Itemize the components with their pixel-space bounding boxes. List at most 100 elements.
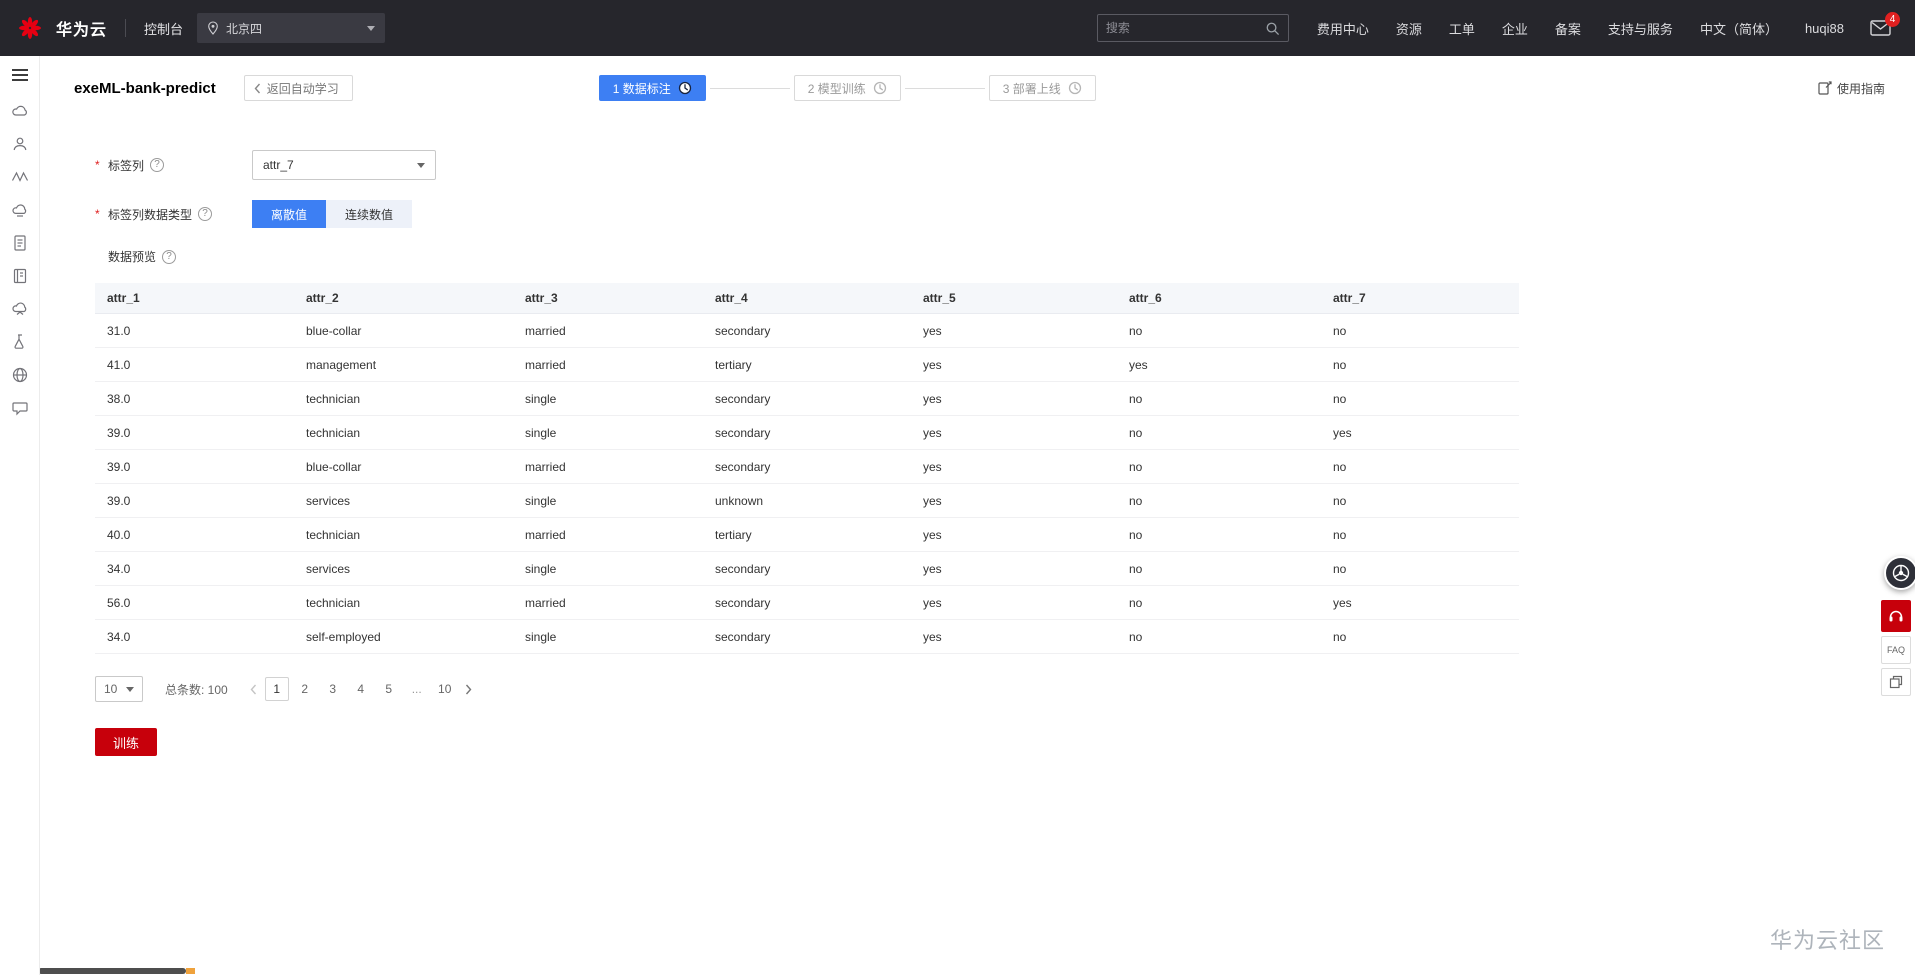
topnav-item[interactable]: 资源 bbox=[1396, 19, 1422, 38]
step-connector bbox=[904, 87, 985, 89]
region-name: 北京四 bbox=[226, 21, 263, 36]
cloud-server-icon[interactable] bbox=[11, 102, 29, 120]
back-button-label: 返回自动学习 bbox=[266, 81, 339, 96]
notebook-icon[interactable] bbox=[11, 267, 29, 285]
user-group-icon[interactable] bbox=[11, 135, 29, 153]
topnav-item[interactable]: 工单 bbox=[1449, 19, 1475, 38]
caret-down-icon bbox=[126, 686, 134, 692]
topnav-item[interactable]: huqi88 bbox=[1805, 21, 1844, 36]
preview-row: 数据预览 bbox=[95, 248, 1915, 265]
feedback-button[interactable] bbox=[1881, 668, 1911, 696]
table-cell: 34.0 bbox=[95, 619, 294, 654]
step-2[interactable]: 2 模型训练 bbox=[793, 75, 901, 101]
page-number[interactable]: 1 bbox=[264, 677, 289, 701]
label-column-select[interactable]: attr_7 bbox=[252, 150, 436, 180]
table-row: 39.0 blue-collar married secondary yes no no bbox=[95, 449, 1519, 484]
guide-link[interactable]: 使用指南 bbox=[1818, 80, 1885, 97]
page-number[interactable]: 2 bbox=[293, 677, 317, 701]
topnav-item[interactable]: 中文（简体） bbox=[1700, 19, 1778, 38]
table-row: 38.0 technician single secondary yes no no bbox=[95, 381, 1519, 416]
document-icon[interactable] bbox=[11, 234, 29, 252]
search-icon[interactable] bbox=[1265, 21, 1280, 36]
table-cell: no bbox=[1321, 619, 1519, 654]
column-header: attr_3 bbox=[513, 283, 703, 314]
experiment-icon[interactable] bbox=[11, 333, 29, 351]
selected-label-column: attr_7 bbox=[263, 158, 294, 172]
topnav-item[interactable]: 支持与服务 bbox=[1608, 19, 1673, 38]
next-page-icon bbox=[465, 684, 472, 694]
modelarts-icon[interactable] bbox=[11, 168, 29, 186]
table-cell: yes bbox=[1321, 415, 1519, 450]
menu-icon[interactable] bbox=[11, 68, 28, 82]
chevron-left-icon bbox=[254, 83, 261, 94]
table-cell: married bbox=[513, 517, 703, 552]
step-label: 1 数据标注 bbox=[612, 81, 671, 96]
guide-link-label: 使用指南 bbox=[1836, 81, 1885, 96]
faq-button[interactable]: FAQ bbox=[1881, 636, 1911, 664]
page-number[interactable]: 10 bbox=[433, 677, 457, 701]
table-cell: yes bbox=[911, 551, 1117, 586]
table-cell: married bbox=[513, 449, 703, 484]
table-cell: secondary bbox=[703, 415, 911, 450]
table-cell: 39.0 bbox=[95, 449, 294, 484]
console-link[interactable]: 控制台 bbox=[144, 19, 183, 38]
table-cell: yes bbox=[911, 517, 1117, 552]
step-3[interactable]: 3 部署上线 bbox=[988, 75, 1096, 101]
table-cell: management bbox=[294, 347, 513, 382]
back-button[interactable]: 返回自动学习 bbox=[243, 75, 353, 101]
table-cell: no bbox=[1321, 483, 1519, 518]
table-cell: 41.0 bbox=[95, 347, 294, 382]
question-circle-icon[interactable] bbox=[162, 249, 177, 264]
dtype-option[interactable]: 离散值 bbox=[252, 200, 327, 228]
table-cell: single bbox=[513, 381, 703, 416]
horizontal-scrollbar-thumb[interactable] bbox=[38, 968, 186, 974]
next-page-button[interactable] bbox=[465, 684, 472, 695]
guide-icon bbox=[1818, 81, 1832, 95]
prev-page-button[interactable] bbox=[250, 684, 257, 695]
table-cell: 34.0 bbox=[95, 551, 294, 586]
mail-button[interactable]: 4 bbox=[1870, 12, 1900, 36]
question-circle-icon[interactable] bbox=[198, 207, 213, 221]
page-number[interactable]: 5 bbox=[377, 677, 401, 701]
region-selector[interactable]: 北京四 bbox=[197, 13, 386, 43]
train-button[interactable]: 训练 bbox=[95, 728, 158, 756]
dtype-text: 标签列数据类型 bbox=[108, 207, 193, 222]
table-cell: yes bbox=[911, 619, 1117, 654]
table-cell: 56.0 bbox=[95, 585, 294, 620]
table-cell: 38.0 bbox=[95, 381, 294, 416]
question-circle-icon[interactable] bbox=[150, 158, 165, 172]
table-row: 39.0 services single unknown yes no no bbox=[95, 483, 1519, 518]
dtype-option[interactable]: 连续数值 bbox=[326, 200, 413, 228]
support-headset-button[interactable] bbox=[1881, 600, 1911, 632]
topnav-item[interactable]: 企业 bbox=[1502, 19, 1528, 38]
top-navigation: 华为云 控制台 北京四 费用中心 资源 工单 企业 备案 支持与服务 中文（简体） huqi8… bbox=[0, 0, 1915, 56]
cloud-eye-icon[interactable] bbox=[11, 300, 29, 318]
table-cell: secondary bbox=[703, 619, 911, 654]
table-cell: no bbox=[1117, 619, 1321, 654]
table-cell: yes bbox=[1321, 585, 1519, 620]
search-input[interactable] bbox=[1105, 21, 1259, 35]
globe-icon[interactable] bbox=[11, 366, 29, 384]
huawei-logo[interactable] bbox=[18, 16, 42, 40]
label-column-row: * 标签列 attr_7 bbox=[95, 150, 1915, 180]
table-cell: tertiary bbox=[703, 517, 911, 552]
step-1[interactable]: 1 数据标注 bbox=[598, 75, 706, 101]
page-number[interactable]: 3 bbox=[321, 677, 345, 701]
support-chat-icon[interactable] bbox=[11, 399, 29, 417]
table-row: 41.0 management married tertiary yes yes no bbox=[95, 347, 1519, 382]
cloud-storage-icon[interactable] bbox=[11, 201, 29, 219]
topnav-item[interactable]: 费用中心 bbox=[1317, 19, 1369, 38]
table-cell: yes bbox=[911, 449, 1117, 484]
page-ellipsis: ... bbox=[411, 682, 422, 696]
table-cell: yes bbox=[911, 415, 1117, 450]
left-sidebar bbox=[0, 56, 40, 975]
table-header-row: attr_1 attr_2 attr_3 attr_4 attr_5 attr_6 attr… bbox=[95, 283, 1519, 314]
assistant-wheel-icon[interactable] bbox=[1884, 556, 1915, 590]
table-cell: yes bbox=[911, 585, 1117, 620]
page-number[interactable]: 4 bbox=[349, 677, 373, 701]
search-box[interactable] bbox=[1096, 14, 1289, 42]
page-size-select[interactable]: 10 bbox=[95, 676, 143, 702]
brand-name[interactable]: 华为云 bbox=[56, 16, 107, 40]
topnav-item[interactable]: 备案 bbox=[1555, 19, 1581, 38]
table-cell: no bbox=[1117, 483, 1321, 518]
